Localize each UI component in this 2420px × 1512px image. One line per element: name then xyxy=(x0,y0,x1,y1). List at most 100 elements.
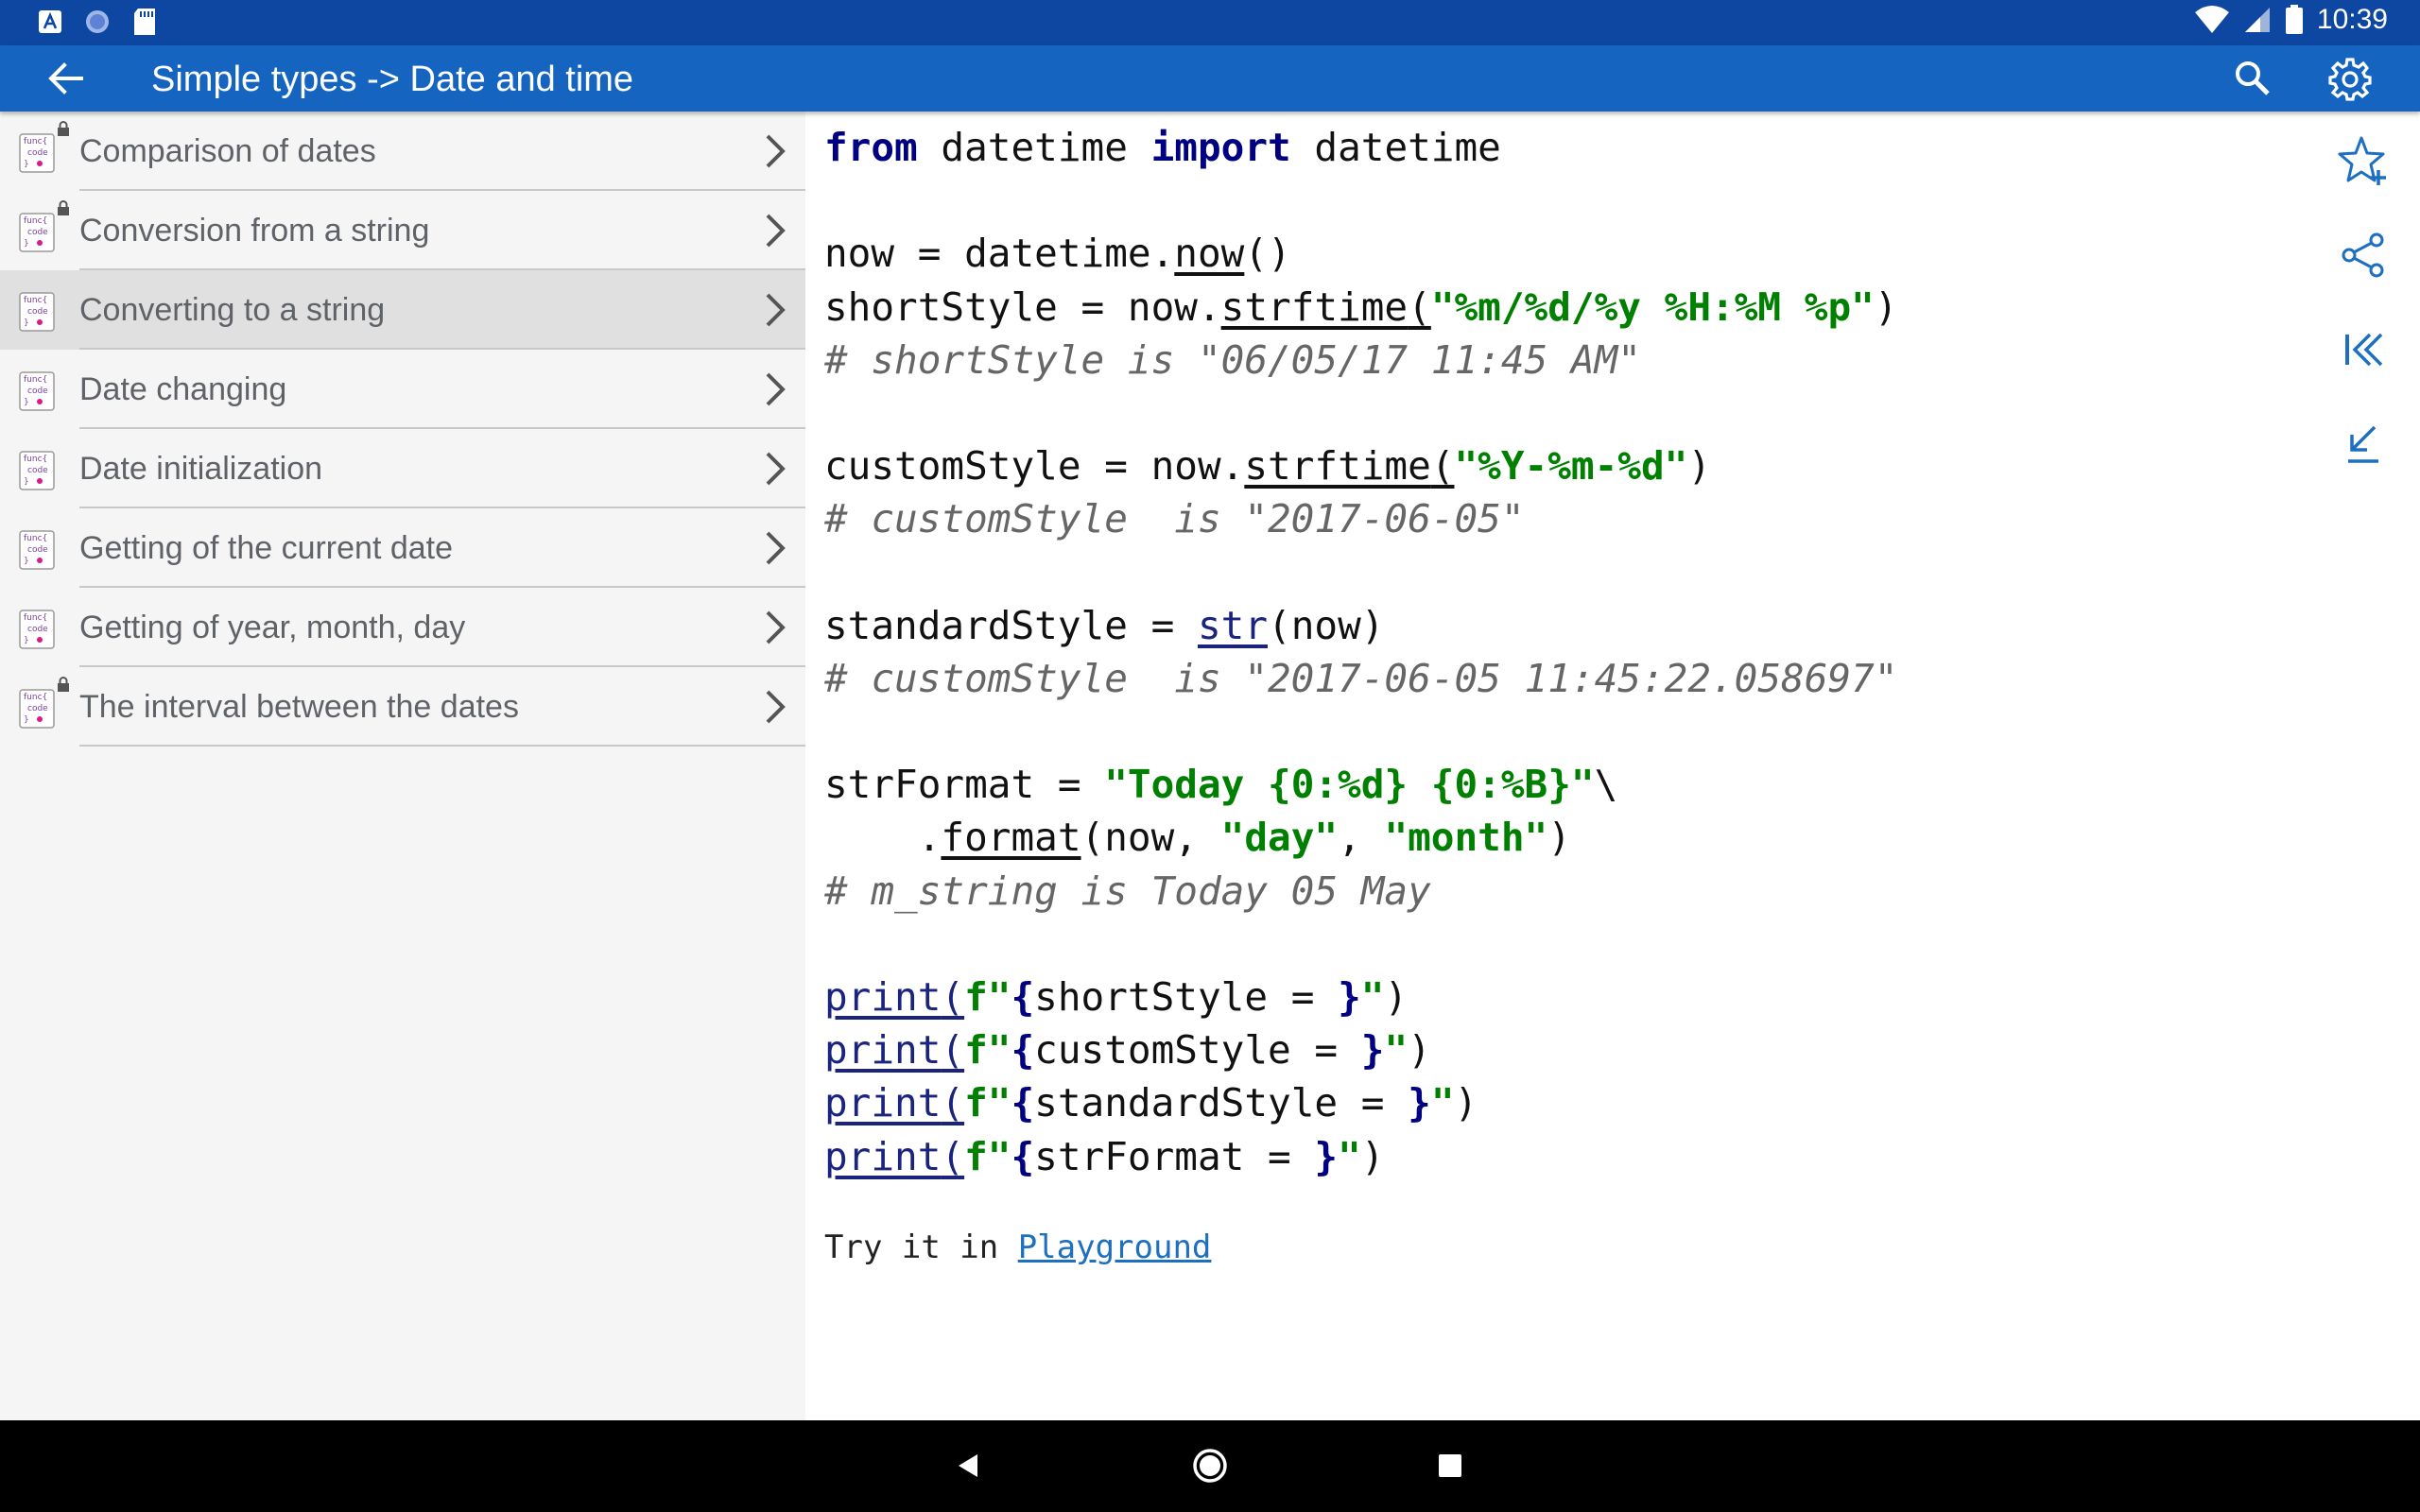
chevron-right-icon xyxy=(766,690,786,724)
svg-text:func{: func{ xyxy=(24,613,47,623)
nav-home-button[interactable] xyxy=(1191,1447,1229,1485)
code-string: "day" xyxy=(1220,815,1339,861)
download-arrow-icon xyxy=(2348,425,2378,463)
code-function: strftime xyxy=(1244,443,1431,490)
playground-link[interactable]: Playground xyxy=(1018,1228,1212,1266)
list-item-interval-between-dates[interactable]: func{code} The interval between the date… xyxy=(0,667,805,747)
share-icon xyxy=(2342,232,2384,278)
code-string: f" xyxy=(964,1080,1011,1126)
code-comment: # shortStyle is "06/05/17 11:45 AM" xyxy=(824,336,1641,383)
back-button[interactable] xyxy=(45,60,87,97)
chevron-right-icon xyxy=(766,610,786,644)
share-button[interactable] xyxy=(2329,221,2397,289)
code-text: now = datetime. xyxy=(824,231,1175,277)
nav-recents-button[interactable] xyxy=(1431,1447,1469,1485)
skip-to-first-icon xyxy=(2345,333,2383,367)
system-nav-bar xyxy=(0,1420,2420,1512)
list-item-date-initialization[interactable]: func{code} Date initialization xyxy=(0,429,805,508)
code-brace: } xyxy=(1338,974,1361,1020)
wifi-icon xyxy=(2194,6,2229,33)
svg-text:}: } xyxy=(24,160,29,169)
code-string: " xyxy=(1384,1027,1409,1074)
code-text: datetime xyxy=(1290,125,1501,170)
list-item-converting-to-a-string[interactable]: func{code} Converting to a string xyxy=(0,270,805,350)
list-item-label: Date changing xyxy=(79,371,287,407)
list-item-label: Comparison of dates xyxy=(79,133,376,169)
code-line: customStyle = now.strftime("%Y-%m-%d") xyxy=(824,439,1898,492)
code-text: customStyle = now. xyxy=(824,443,1245,490)
code-brace: { xyxy=(1011,1027,1035,1074)
code-text: shortStyle = xyxy=(1034,974,1339,1020)
code-text: ( xyxy=(1430,443,1455,490)
list-item-getting-current-date[interactable]: func{code} Getting of the current date xyxy=(0,508,805,588)
svg-text:func{: func{ xyxy=(24,375,47,385)
code-text: standardStyle = xyxy=(824,602,1198,648)
code-text: ( xyxy=(941,1080,965,1126)
code-builtin: print xyxy=(824,1080,942,1126)
code-function: strftime xyxy=(1220,284,1409,330)
code-text: ) xyxy=(1360,1133,1385,1179)
lock-icon xyxy=(58,121,69,136)
app-bar: Simple types -> Date and time xyxy=(0,45,2420,112)
nav-back-button[interactable] xyxy=(949,1447,987,1485)
code-text: \ xyxy=(1594,762,1618,808)
svg-text:}: } xyxy=(24,557,29,566)
code-string: " xyxy=(1360,974,1385,1020)
search-button[interactable] xyxy=(2233,59,2273,98)
code-string: " xyxy=(1338,1133,1361,1179)
search-icon xyxy=(2236,61,2270,95)
code-brace: { xyxy=(1011,1080,1035,1126)
code-keyword: import xyxy=(1150,125,1291,170)
code-line-print: print(f"{shortStyle = }") xyxy=(824,971,1898,1023)
code-brace: } xyxy=(1360,1027,1385,1074)
svg-text:}: } xyxy=(24,477,29,487)
favorite-button[interactable] xyxy=(2329,127,2397,195)
svg-text:code: code xyxy=(27,307,48,317)
svg-text:}: } xyxy=(24,636,29,645)
chevron-right-icon xyxy=(766,293,786,327)
arrow-left-icon xyxy=(48,62,83,94)
code-comment: # m_string is Today 05 May xyxy=(824,868,1431,914)
battery-icon xyxy=(2285,5,2303,34)
code-text: shortStyle = now. xyxy=(824,284,1221,330)
settings-button[interactable] xyxy=(2327,57,2373,102)
list-item-getting-year-month-day[interactable]: func{code} Getting of year, month, day xyxy=(0,588,805,667)
list-item-comparison-of-dates[interactable]: func{code} Comparison of dates xyxy=(0,112,805,191)
code-string: f" xyxy=(964,974,1011,1020)
code-text: (now) xyxy=(1268,602,1385,648)
lock-icon xyxy=(58,677,69,692)
code-string: "%Y-%m-%d" xyxy=(1454,443,1688,490)
code-line-print: print(f"{strFormat = }") xyxy=(824,1130,1898,1183)
code-text: ) xyxy=(1384,974,1409,1020)
circle-home-icon xyxy=(1193,1449,1227,1483)
list-item-date-changing[interactable]: func{code} Date changing xyxy=(0,350,805,429)
code-string: " xyxy=(1430,1080,1455,1126)
list-item-label: Getting of the current date xyxy=(79,530,454,566)
chevron-right-icon xyxy=(766,452,786,486)
code-line: # m_string is Today 05 May xyxy=(824,865,1898,918)
status-right-icons: 10:39 xyxy=(2194,4,2388,36)
code-text: strFormat = xyxy=(1034,1133,1315,1179)
go-to-first-button[interactable] xyxy=(2329,316,2397,384)
svg-text:code: code xyxy=(27,625,48,634)
list-item-conversion-from-a-string[interactable]: func{code} Conversion from a string xyxy=(0,191,805,270)
code-line: now = datetime.now() xyxy=(824,227,1898,280)
try-it-text: Try it in xyxy=(824,1228,1018,1266)
code-text: , xyxy=(1338,815,1385,861)
svg-text:func{: func{ xyxy=(24,296,47,305)
code-string: "%m/%d/%y %H:%M %p" xyxy=(1430,284,1875,330)
code-string: f" xyxy=(964,1133,1011,1179)
code-function: now xyxy=(1174,231,1245,277)
code-line: .format(now, "day", "month") xyxy=(824,811,1898,864)
svg-text:}: } xyxy=(24,318,29,328)
code-text: (now, xyxy=(1080,815,1221,861)
svg-text:code: code xyxy=(27,704,48,713)
code-text: ) xyxy=(1687,443,1712,490)
triangle-back-icon xyxy=(959,1454,977,1477)
code-text: datetime xyxy=(917,125,1151,170)
code-text: ) xyxy=(1874,284,1898,330)
download-button[interactable] xyxy=(2329,410,2397,478)
